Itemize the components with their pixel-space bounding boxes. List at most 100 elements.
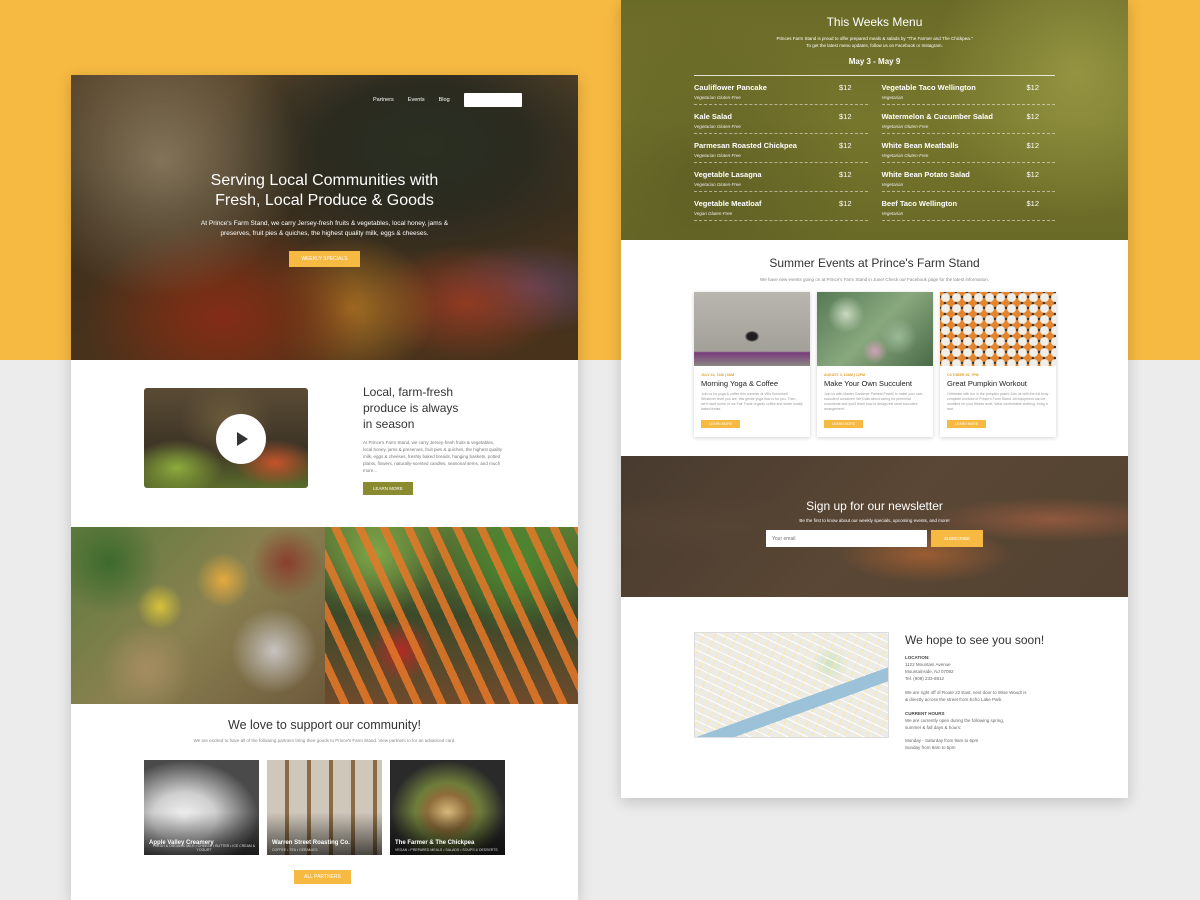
event-image-yoga <box>694 292 810 366</box>
menu-item-price: $12 <box>838 170 852 179</box>
play-icon[interactable] <box>216 414 266 464</box>
menu-item-tags: Vegetarian Gluten-Free <box>881 153 929 158</box>
menu-item: Cauliflower Pancake $12 Vegetarian Gluten-… <box>694 76 868 105</box>
menu-grid: Cauliflower Pancake $12 Vegetarian Gluten-… <box>694 75 1055 221</box>
event-learn-more-button[interactable]: LEARN MORE <box>824 420 864 428</box>
newsletter-section: Sign up for our newsletter Be the first … <box>621 456 1128 597</box>
menu-item-tags: Vegetarian Gluten-Free <box>881 124 929 129</box>
partner-desc: FRESH & ORGANIC MILK • CHEESE • BUTTER •… <box>152 844 256 852</box>
menu-item-price: $12 <box>1026 83 1039 92</box>
partner-desc: COFFEE • TEA • CERAMICS <box>272 848 318 852</box>
event-desc: Celebrate with fun in the pumpkin patch!… <box>947 392 1049 411</box>
menu-item: Watermelon & Cucumber Salad $12 Vegetarian… <box>881 105 1055 134</box>
menu-page-mockup: This Weeks Menu Princes Farm Stand is pr… <box>621 0 1128 798</box>
photo-strip <box>71 527 578 704</box>
hero-text: Serving Local Communities with Fresh, Lo… <box>71 171 578 267</box>
event-card[interactable]: JULY 24, 7AM | 9AM Morning Yoga & Coffee… <box>694 292 810 437</box>
location-label: LOCATION: <box>905 655 930 660</box>
partner-card[interactable]: Warren Street Roasting Co. COFFEE • TEA … <box>267 760 382 855</box>
event-learn-more-button[interactable]: LEARN MORE <box>701 420 741 428</box>
menu-item-tags: Vegetarian Gluten-Free <box>694 124 741 129</box>
hero-subtitle: At Prince's Farm Stand, we carry Jersey-… <box>200 220 449 237</box>
nav-item-blog[interactable]: Blog <box>439 97 450 103</box>
menu-item: White Bean Meatballs $12 Vegetarian Gluten… <box>881 134 1055 163</box>
flowers-photo <box>71 527 325 704</box>
event-learn-more-button[interactable]: LEARN MORE <box>947 420 987 428</box>
contact-us-button[interactable]: CONTACT US <box>463 93 522 107</box>
learn-more-button[interactable]: LEARN MORE <box>363 482 413 495</box>
menu-item: Vegetable Taco Wellington $12 Vegetarian <box>881 76 1055 105</box>
intro-section: Local, farm-fresh produce is always in s… <box>71 360 578 527</box>
partner-list: Apple Valley Creamery FRESH & ORGANIC MI… <box>144 760 505 855</box>
event-desc: Join us for yoga & coffee this summer at… <box>701 392 803 411</box>
directions: We are right off of Route 22 East, next … <box>905 690 1027 702</box>
partner-name: The Farmer & The Chickpea <box>395 840 475 846</box>
menu-subtitle: Princes Farm Stand is proud to offer pre… <box>776 36 973 48</box>
contact-copy: We hope to see you soon! LOCATION: 1122 … <box>905 633 1075 751</box>
menu-item-tags: Vegetarian <box>881 182 904 187</box>
menu-item-price: $12 <box>1026 170 1039 179</box>
address: 1122 Mountain Avenue Mountainside, NJ 07… <box>905 662 954 681</box>
newsletter-title: Sign up for our newsletter <box>806 499 943 513</box>
event-image-pumpkins <box>940 292 1056 366</box>
event-name: Great Pumpkin Workout <box>947 379 1027 388</box>
event-date: OCTOBER 26, 7PM <box>947 373 979 377</box>
event-name: Make Your Own Succulent <box>824 379 912 388</box>
menu-item-tags: Vegetarian Gluten-Free <box>694 95 741 100</box>
partner-card[interactable]: The Farmer & The Chickpea VEGAN • PREPAR… <box>390 760 505 855</box>
event-date: JULY 24, 7AM | 9AM <box>701 373 735 377</box>
menu-item-price: $12 <box>1026 199 1039 208</box>
video-thumbnail[interactable] <box>144 388 308 488</box>
events-title: Summer Events at Prince's Farm Stand <box>769 256 980 270</box>
nav-item-partners[interactable]: Partners <box>373 97 394 103</box>
event-image-succulent <box>817 292 933 366</box>
event-name: Morning Yoga & Coffee <box>701 379 779 388</box>
events-subtitle: We have new events going on at Prince's … <box>760 277 989 282</box>
menu-dates: May 3 - May 9 <box>848 57 901 66</box>
menu-item: Parmesan Roasted Chickpea $12 Vegetarian G… <box>694 134 868 163</box>
all-partners-button[interactable]: ALL PARTNERS <box>294 870 351 884</box>
menu-item-tags: Vegetarian <box>881 95 904 100</box>
event-desc: Join us with Master Gardener Pamela Powe… <box>824 392 923 411</box>
menu-item-price: $12 <box>838 141 852 150</box>
community-title: We love to support our community! <box>228 718 421 732</box>
menu-item-price: $12 <box>838 83 852 92</box>
menu-section: This Weeks Menu Princes Farm Stand is pr… <box>621 0 1128 240</box>
hours-label: CURRENT HOURS <box>905 711 945 716</box>
nav-item-events[interactable]: Events <box>408 97 425 103</box>
homepage-mockup: Partners Events Blog CONTACT US Serving … <box>71 75 578 900</box>
menu-item-price: $12 <box>838 112 852 121</box>
menu-item: Beef Taco Wellington $12 Vegetarian <box>881 192 1055 221</box>
community-section: We love to support our community! We are… <box>71 704 578 900</box>
menu-item-tags: Vegan Gluten-Free <box>694 211 733 216</box>
contact-title: We hope to see you soon! <box>905 633 1045 647</box>
email-input[interactable] <box>766 530 927 547</box>
menu-item-price: $12 <box>838 199 852 208</box>
menu-item-price: $12 <box>1026 141 1039 150</box>
location-map[interactable] <box>694 632 889 738</box>
menu-item: Kale Salad $12 Vegetarian Gluten-Free <box>694 105 868 134</box>
event-card[interactable]: AUGUST 3, 10AM | 12PM Make Your Own Succ… <box>817 292 933 437</box>
event-card[interactable]: OCTOBER 26, 7PM Great Pumpkin Workout Ce… <box>940 292 1056 437</box>
newsletter-subtitle: Be the first to know about our weekly sp… <box>799 518 950 523</box>
menu-title: This Weeks Menu <box>826 15 923 29</box>
top-nav: Partners Events Blog CONTACT US <box>373 93 522 107</box>
weekly-specials-button[interactable]: WEEKLY SPECIALS <box>289 251 360 267</box>
newsletter-form: SUBSCRIBE <box>621 530 1128 547</box>
intro-title: Local, farm-fresh produce is always in s… <box>363 385 459 431</box>
menu-item: White Bean Potato Salad $12 Vegetarian <box>881 163 1055 192</box>
event-date: AUGUST 3, 10AM | 12PM <box>824 373 866 377</box>
partner-desc: VEGAN • PREPARED MEALS • SALADS • SOUPS … <box>395 848 498 852</box>
subscribe-button[interactable]: SUBSCRIBE <box>931 530 983 547</box>
community-subtitle: We are excited to have all of the follow… <box>193 738 456 743</box>
intro-body: At Prince's Farm Stand, we carry Jersey-… <box>363 440 502 473</box>
hero-title: Serving Local Communities with Fresh, Lo… <box>210 172 439 209</box>
menu-item-price: $12 <box>1026 112 1039 121</box>
menu-item: Vegetable Lasagna $12 Vegetarian Gluten-Fr… <box>694 163 868 192</box>
event-cards: JULY 24, 7AM | 9AM Morning Yoga & Coffee… <box>694 292 1056 437</box>
partner-card[interactable]: Apple Valley Creamery FRESH & ORGANIC MI… <box>144 760 259 855</box>
menu-item-tags: Vegetarian <box>881 211 904 216</box>
hero-section: Partners Events Blog CONTACT US Serving … <box>71 75 578 360</box>
events-section: Summer Events at Prince's Farm Stand We … <box>621 240 1128 456</box>
hours: We are currently open during the followi… <box>905 718 1004 750</box>
